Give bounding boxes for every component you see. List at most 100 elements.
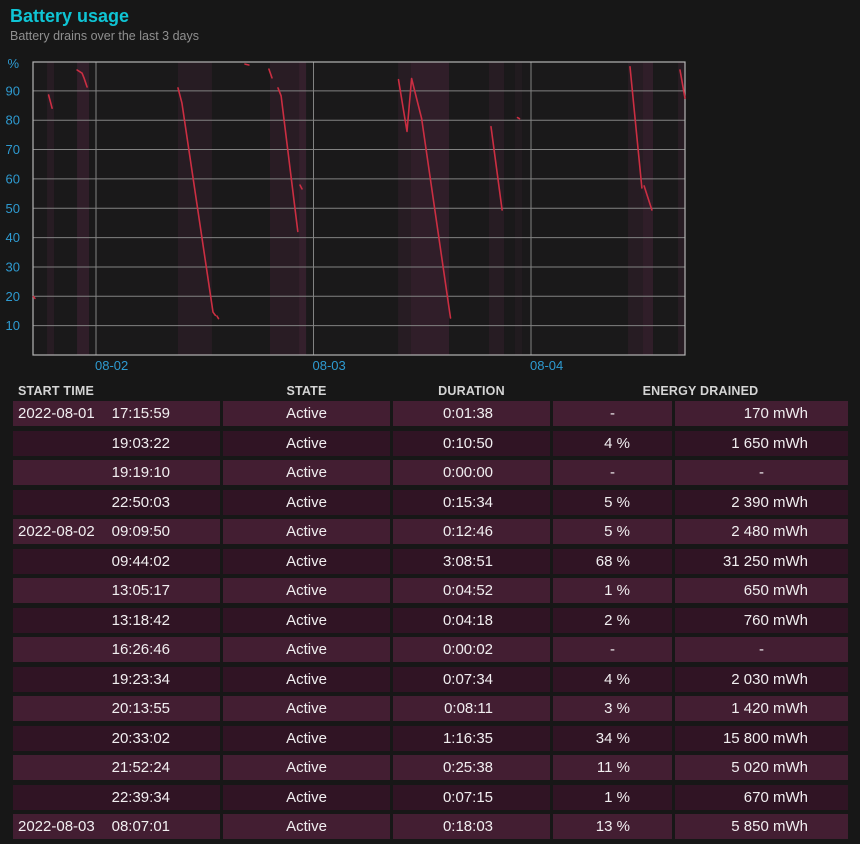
percent-drained-cell: 11 %	[553, 755, 672, 780]
start-time: 22:50:03	[112, 490, 170, 515]
duration-cell: 0:15:34	[393, 490, 550, 515]
energy-drained-cell: 1 650 mWh	[675, 431, 848, 456]
start-date: 2022-08-03	[18, 814, 95, 839]
table-row[interactable]: 2022-08-01 17:15:59 Active 0:01:38 - 170…	[13, 401, 848, 426]
percent-drained-cell: 68 %	[553, 549, 672, 574]
start-time-cell: 13:05:17	[13, 578, 220, 603]
start-time: 09:44:02	[112, 549, 170, 574]
duration-cell: 0:08:11	[393, 696, 550, 721]
table-row[interactable]: 22:39:34 Active 0:07:15 1 % 670 mWh	[13, 785, 848, 810]
percent-drained-cell: 34 %	[553, 726, 672, 751]
y-axis-tick-label: 70	[6, 142, 20, 157]
energy-drained-cell: 170 mWh	[675, 401, 848, 426]
start-time: 13:05:17	[112, 578, 170, 603]
table-row[interactable]: 20:13:55 Active 0:08:11 3 % 1 420 mWh	[13, 696, 848, 721]
state-cell: Active	[223, 814, 390, 839]
y-axis-tick-label: 90	[6, 83, 20, 98]
duration-cell: 0:04:18	[393, 608, 550, 633]
percent-drained-cell: 4 %	[553, 431, 672, 456]
state-cell: Active	[223, 726, 390, 751]
energy-drained-cell: 760 mWh	[675, 608, 848, 633]
start-time: 08:07:01	[112, 814, 170, 839]
table-row[interactable]: 2022-08-02 09:09:50 Active 0:12:46 5 % 2…	[13, 519, 848, 544]
percent-drained-cell: -	[553, 401, 672, 426]
duration-cell: 0:07:15	[393, 785, 550, 810]
percent-drained-cell: 5 %	[553, 490, 672, 515]
state-cell: Active	[223, 401, 390, 426]
battery-drain-chart: 908070605040302010%08-0208-0308-04	[0, 55, 860, 380]
battery-drain-trace	[245, 64, 249, 65]
start-time-cell: 13:18:42	[13, 608, 220, 633]
page-title: Battery usage	[10, 6, 129, 27]
start-time-cell: 2022-08-02 09:09:50	[13, 519, 220, 544]
table-row[interactable]: 21:52:24 Active 0:25:38 11 % 5 020 mWh	[13, 755, 848, 780]
percent-drained-cell: 3 %	[553, 696, 672, 721]
start-time: 22:39:34	[112, 785, 170, 810]
state-cell: Active	[223, 519, 390, 544]
start-date: 2022-08-02	[18, 519, 95, 544]
duration-cell: 0:00:00	[393, 460, 550, 485]
column-header-energy-drained: ENERGY DRAINED	[553, 383, 848, 400]
energy-drained-cell: 31 250 mWh	[675, 549, 848, 574]
energy-drained-cell: 5 850 mWh	[675, 814, 848, 839]
state-cell: Active	[223, 755, 390, 780]
state-cell: Active	[223, 490, 390, 515]
state-cell: Active	[223, 608, 390, 633]
y-axis-unit-label: %	[7, 56, 19, 71]
duration-cell: 0:01:38	[393, 401, 550, 426]
start-time-cell: 16:26:46	[13, 637, 220, 662]
energy-drained-cell: 2 480 mWh	[675, 519, 848, 544]
start-time-cell: 2022-08-03 08:07:01	[13, 814, 220, 839]
start-time-cell: 22:39:34	[13, 785, 220, 810]
battery-usage-panel: Battery usage Battery drains over the la…	[0, 0, 860, 844]
start-time: 19:23:34	[112, 667, 170, 692]
state-cell: Active	[223, 549, 390, 574]
table-row[interactable]: 16:26:46 Active 0:00:02 - -	[13, 637, 848, 662]
table-row[interactable]: 13:18:42 Active 0:04:18 2 % 760 mWh	[13, 608, 848, 633]
start-time-cell: 20:33:02	[13, 726, 220, 751]
start-time-cell: 21:52:24	[13, 755, 220, 780]
energy-drained-cell: 670 mWh	[675, 785, 848, 810]
table-row[interactable]: 19:19:10 Active 0:00:00 - -	[13, 460, 848, 485]
start-time: 13:18:42	[112, 608, 170, 633]
start-time-cell: 20:13:55	[13, 696, 220, 721]
table-row[interactable]: 19:03:22 Active 0:10:50 4 % 1 650 mWh	[13, 431, 848, 456]
battery-drain-trace	[518, 118, 520, 119]
x-axis-tick-label: 08-04	[530, 358, 563, 373]
percent-drained-cell: -	[553, 460, 672, 485]
start-time: 19:03:22	[112, 431, 170, 456]
battery-events-table: 2022-08-01 17:15:59 Active 0:01:38 - 170…	[13, 401, 848, 844]
table-row[interactable]: 09:44:02 Active 3:08:51 68 % 31 250 mWh	[13, 549, 848, 574]
table-row[interactable]: 2022-08-03 08:07:01 Active 0:18:03 13 % …	[13, 814, 848, 839]
state-cell: Active	[223, 667, 390, 692]
y-axis-tick-label: 50	[6, 201, 20, 216]
percent-drained-cell: 13 %	[553, 814, 672, 839]
energy-drained-cell: -	[675, 460, 848, 485]
y-axis-tick-label: 40	[6, 230, 20, 245]
y-axis-tick-label: 10	[6, 318, 20, 333]
start-time-cell: 19:03:22	[13, 431, 220, 456]
x-axis-tick-label: 08-03	[313, 358, 346, 373]
table-row[interactable]: 13:05:17 Active 0:04:52 1 % 650 mWh	[13, 578, 848, 603]
duration-cell: 0:25:38	[393, 755, 550, 780]
start-time: 21:52:24	[112, 755, 170, 780]
table-header: START TIME STATE DURATION ENERGY DRAINED	[13, 383, 848, 400]
state-cell: Active	[223, 696, 390, 721]
table-row[interactable]: 19:23:34 Active 0:07:34 4 % 2 030 mWh	[13, 667, 848, 692]
y-axis-tick-label: 30	[6, 259, 20, 274]
state-cell: Active	[223, 460, 390, 485]
state-cell: Active	[223, 578, 390, 603]
energy-drained-cell: 2 390 mWh	[675, 490, 848, 515]
table-row[interactable]: 20:33:02 Active 1:16:35 34 % 15 800 mWh	[13, 726, 848, 751]
start-time: 20:33:02	[112, 726, 170, 751]
start-time: 20:13:55	[112, 696, 170, 721]
energy-drained-cell: 650 mWh	[675, 578, 848, 603]
percent-drained-cell: 5 %	[553, 519, 672, 544]
table-row[interactable]: 22:50:03 Active 0:15:34 5 % 2 390 mWh	[13, 490, 848, 515]
percent-drained-cell: 1 %	[553, 578, 672, 603]
y-axis-tick-label: 60	[6, 171, 20, 186]
state-cell: Active	[223, 431, 390, 456]
duration-cell: 0:00:02	[393, 637, 550, 662]
start-date: 2022-08-01	[18, 401, 95, 426]
y-axis-tick-label: 20	[6, 289, 20, 304]
